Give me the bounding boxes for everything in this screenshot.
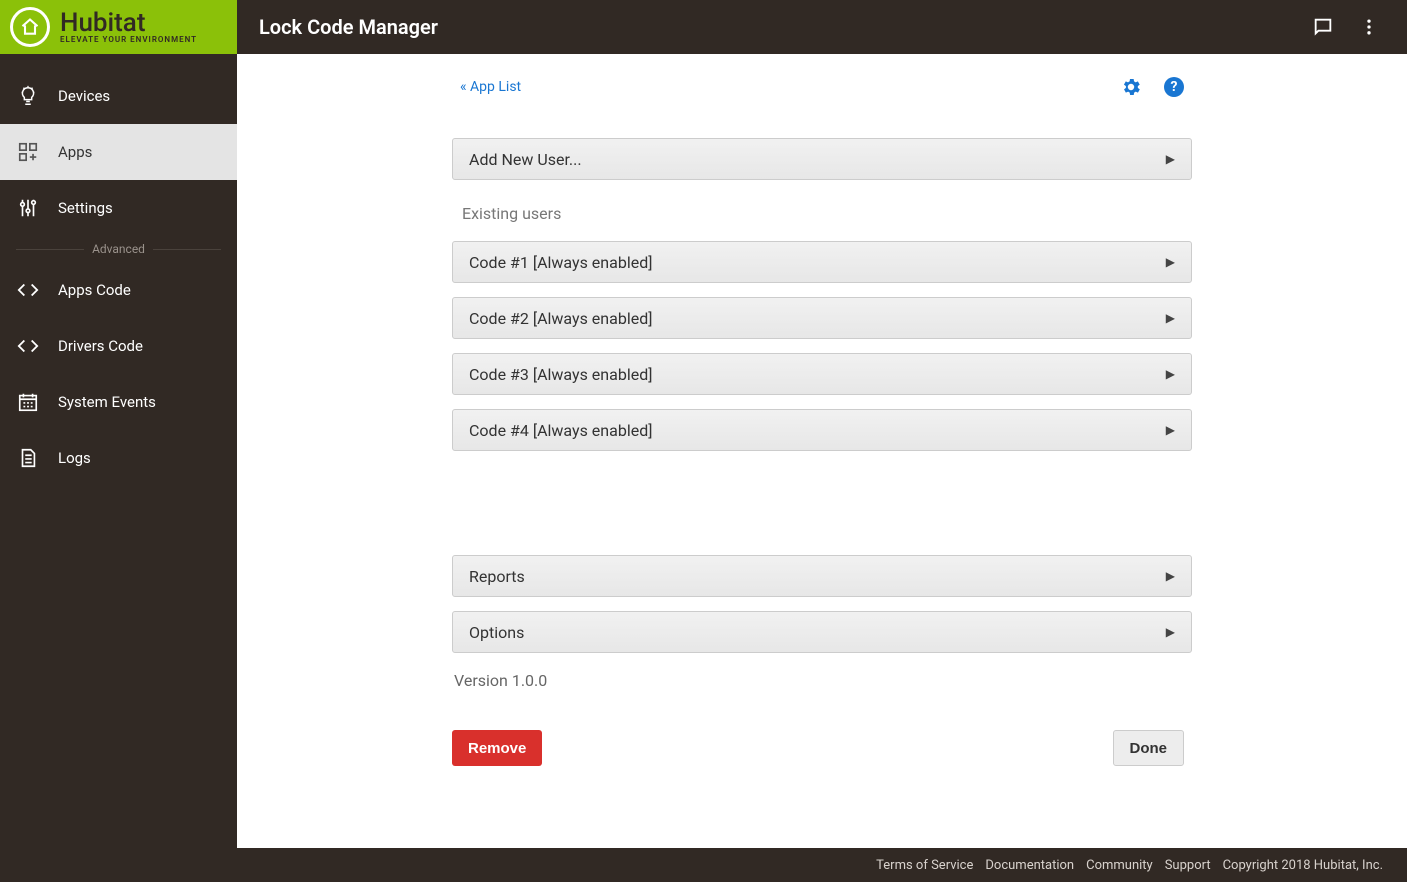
kebab-menu-icon[interactable] bbox=[1357, 15, 1381, 39]
code-row-1[interactable]: Code #1 [Always enabled] ▶ bbox=[452, 241, 1192, 283]
calendar-icon bbox=[16, 390, 40, 414]
logo-icon bbox=[10, 7, 50, 47]
row-label: Code #4 [Always enabled] bbox=[469, 421, 652, 440]
sidebar-item-label: Apps Code bbox=[58, 281, 131, 299]
row-label: Code #3 [Always enabled] bbox=[469, 365, 652, 384]
add-new-user-row[interactable]: Add New User... ▶ bbox=[452, 138, 1192, 180]
existing-users-label: Existing users bbox=[462, 204, 1192, 223]
brand-logo[interactable]: Hubitat ELEVATE YOUR ENVIRONMENT bbox=[0, 0, 237, 54]
sidebar-item-label: Apps bbox=[58, 143, 92, 161]
brand-tagline: ELEVATE YOUR ENVIRONMENT bbox=[60, 36, 197, 44]
chevron-right-icon: ▶ bbox=[1166, 423, 1175, 437]
chevron-right-icon: ▶ bbox=[1166, 569, 1175, 583]
sidebar-item-system-events[interactable]: System Events bbox=[0, 374, 237, 430]
chevron-right-icon: ▶ bbox=[1166, 255, 1175, 269]
chevron-right-icon: ▶ bbox=[1166, 625, 1175, 639]
document-icon bbox=[16, 446, 40, 470]
row-label: Options bbox=[469, 623, 524, 642]
chevron-right-icon: ▶ bbox=[1166, 367, 1175, 381]
row-label: Add New User... bbox=[469, 150, 582, 169]
footer: Terms of Service Documentation Community… bbox=[237, 848, 1407, 882]
sidebar-item-label: System Events bbox=[58, 393, 156, 411]
sidebar-item-label: Drivers Code bbox=[58, 337, 143, 355]
sidebar-item-label: Settings bbox=[58, 199, 113, 217]
chat-icon[interactable] bbox=[1311, 15, 1335, 39]
footer-link-support[interactable]: Support bbox=[1165, 858, 1211, 873]
help-icon[interactable]: ? bbox=[1164, 77, 1184, 97]
brand-name: Hubitat bbox=[60, 10, 197, 36]
code-icon bbox=[16, 334, 40, 358]
apps-icon bbox=[16, 140, 40, 164]
sidebar-item-label: Devices bbox=[58, 87, 110, 105]
footer-link-docs[interactable]: Documentation bbox=[985, 858, 1074, 873]
topbar: Hubitat ELEVATE YOUR ENVIRONMENT Lock Co… bbox=[0, 0, 1407, 54]
sidebar-item-label: Logs bbox=[58, 449, 91, 467]
sidebar-item-apps-code[interactable]: Apps Code bbox=[0, 262, 237, 318]
row-label: Code #1 [Always enabled] bbox=[469, 253, 652, 272]
back-to-app-list-link[interactable]: « App List bbox=[460, 79, 521, 95]
chevron-right-icon: ▶ bbox=[1166, 311, 1175, 325]
remove-button[interactable]: Remove bbox=[452, 730, 542, 766]
sidebar-item-devices[interactable]: Devices bbox=[0, 68, 237, 124]
page-title: Lock Code Manager bbox=[237, 15, 1311, 39]
footer-link-community[interactable]: Community bbox=[1086, 858, 1153, 873]
row-label: Code #2 [Always enabled] bbox=[469, 309, 652, 328]
sidebar-item-logs[interactable]: Logs bbox=[0, 430, 237, 486]
main-panel: « App List ? Add New User... ▶ Existing … bbox=[237, 54, 1407, 848]
code-row-3[interactable]: Code #3 [Always enabled] ▶ bbox=[452, 353, 1192, 395]
footer-copyright: Copyright 2018 Hubitat, Inc. bbox=[1223, 858, 1383, 873]
sidebar-item-apps[interactable]: Apps bbox=[0, 124, 237, 180]
row-label: Reports bbox=[469, 567, 525, 586]
code-row-4[interactable]: Code #4 [Always enabled] ▶ bbox=[452, 409, 1192, 451]
gear-icon[interactable] bbox=[1120, 76, 1142, 98]
done-button[interactable]: Done bbox=[1113, 730, 1185, 766]
sidebar-item-drivers-code[interactable]: Drivers Code bbox=[0, 318, 237, 374]
footer-link-terms[interactable]: Terms of Service bbox=[876, 858, 973, 873]
sidebar-divider-advanced: Advanced bbox=[0, 236, 237, 262]
reports-row[interactable]: Reports ▶ bbox=[452, 555, 1192, 597]
code-icon bbox=[16, 278, 40, 302]
chevron-right-icon: ▶ bbox=[1166, 152, 1175, 166]
lightbulb-icon bbox=[16, 84, 40, 108]
options-row[interactable]: Options ▶ bbox=[452, 611, 1192, 653]
sidebar: Devices Apps Settings Advanced Apps Code bbox=[0, 54, 237, 882]
sliders-icon bbox=[16, 196, 40, 220]
version-text: Version 1.0.0 bbox=[454, 671, 1192, 690]
sidebar-item-settings[interactable]: Settings bbox=[0, 180, 237, 236]
code-row-2[interactable]: Code #2 [Always enabled] ▶ bbox=[452, 297, 1192, 339]
